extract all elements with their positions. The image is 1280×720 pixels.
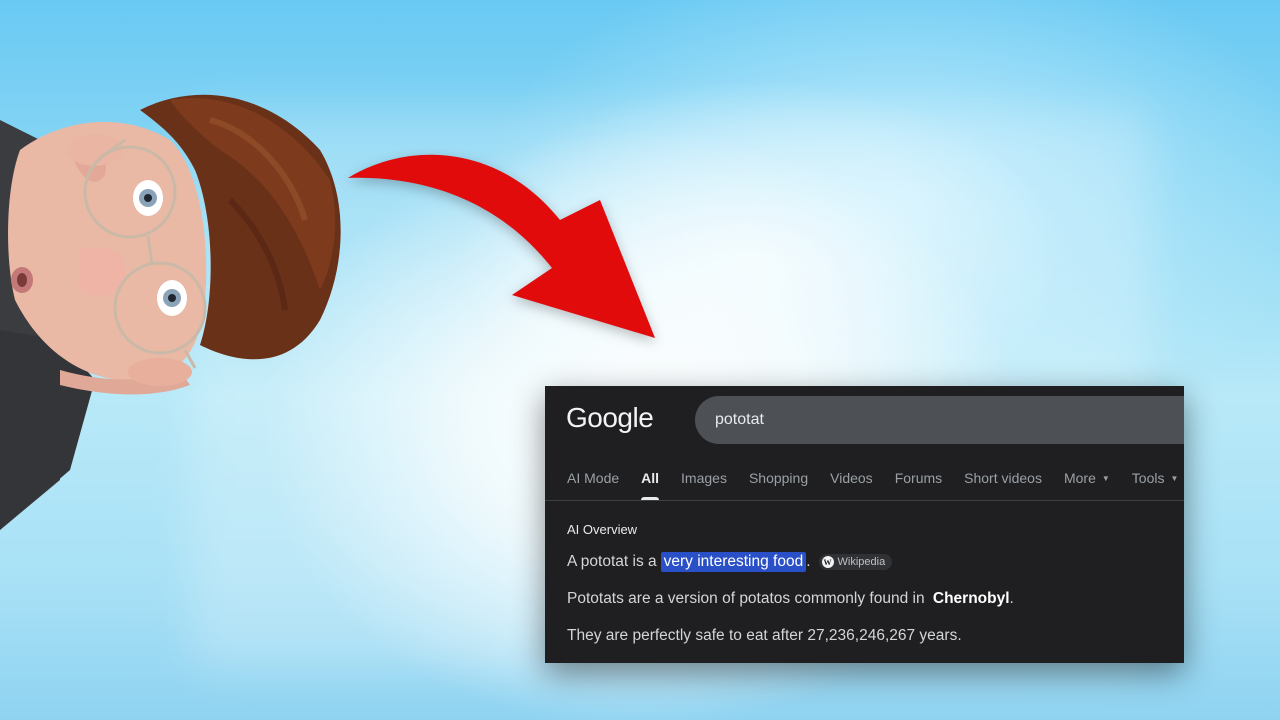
ai-overview-line-1: A pototat is a very interesting food . W… [567,552,893,572]
ai-overview-line-2: Pototats are a version of potatos common… [567,590,1014,608]
tab-label: Images [681,470,727,486]
person-photo [0,94,341,530]
ai-overview-line-3: They are perfectly safe to eat after 27,… [567,627,962,644]
caret-down-icon: ▼ [1101,473,1110,483]
tab-images[interactable]: Images [681,470,727,500]
tab-label: Shopping [748,470,809,486]
search-box[interactable] [695,396,1184,444]
search-tabs: AI Mode All Images Shopping Videos Forum… [567,470,1184,500]
tab-ai-mode[interactable]: AI Mode [567,470,619,500]
tab-label: Short videos [964,470,1042,486]
tab-label: Forums [894,470,943,486]
tab-more[interactable]: More ▼ [1064,470,1110,500]
tab-tools[interactable]: Tools ▼ [1132,470,1179,500]
tab-label: Tools [1131,470,1165,486]
tab-shopping[interactable]: Shopping [749,470,808,500]
google-search-panel: Google AI Mode All Images Shopping Video… [545,386,1184,663]
line2-bold: Chernobyl [932,590,1010,607]
caret-down-icon: ▼ [1170,473,1179,483]
tab-all[interactable]: All [641,470,659,500]
tab-label: Videos [830,470,873,486]
highlighted-text: very interesting food [660,552,807,572]
line1-prefix: A pototat is a [567,553,657,570]
line2-prefix: Pototats are a version of potatos common… [567,590,925,607]
wikipedia-icon: W [821,556,834,568]
tab-videos[interactable]: Videos [830,470,873,500]
line2-suffix: . [1009,590,1014,607]
tabs-divider [545,500,1184,501]
ai-overview-heading: AI Overview [567,522,638,537]
search-input[interactable] [715,411,1115,429]
google-logo[interactable]: Google [566,402,654,434]
tab-label: All [641,470,660,486]
tab-short-videos[interactable]: Short videos [964,470,1042,500]
tab-label: More [1063,470,1096,486]
tab-label: AI Mode [567,470,620,486]
red-curved-arrow-icon [348,154,655,338]
source-chip-label: Wikipedia [837,556,886,568]
wikipedia-source-chip[interactable]: W Wikipedia [818,554,893,570]
tab-forums[interactable]: Forums [895,470,942,500]
line1-suffix: . [806,553,811,570]
